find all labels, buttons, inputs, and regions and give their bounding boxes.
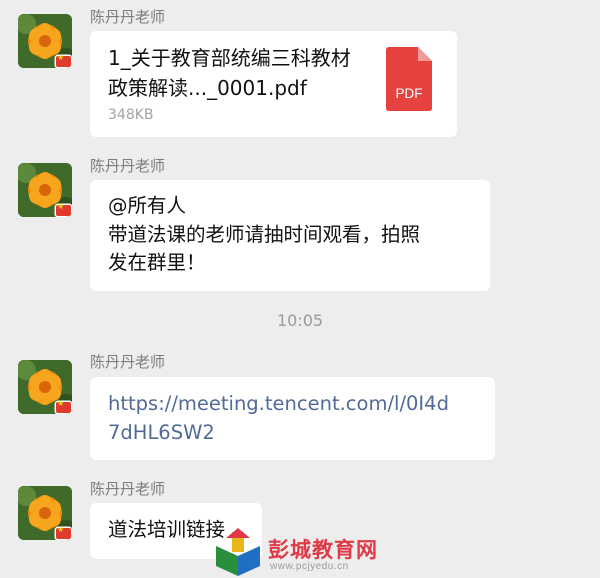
sender-name: 陈丹丹老师 [90,8,166,26]
url-link-line[interactable]: 7dHL6SW2 [108,419,449,448]
flag-badge-icon [56,399,71,413]
message-line: 道法培训链接 [108,518,226,541]
sender-avatar[interactable] [18,163,72,217]
file-size: 348KB [108,107,154,123]
message-line: 发在群里！ [108,251,206,274]
file-message-bubble[interactable]: 1_关于教育部统编三科教材政策解读..._0001.pdf 348KB PDF [90,31,457,137]
pdf-file-icon: PDF [386,47,432,111]
sender-name: 陈丹丹老师 [90,353,166,371]
text-message-bubble[interactable]: @所有人 带道法课的老师请抽时间观看，拍照 发在群里！ [90,180,490,291]
site-watermark: 彭城教育网 www.pcjyedu.cn [212,526,412,578]
file-name: 1_关于教育部统编三科教材政策解读..._0001.pdf [108,46,351,100]
message-timestamp: 10:05 [276,311,324,330]
sender-name: 陈丹丹老师 [90,157,166,175]
sender-avatar[interactable] [18,14,72,68]
flag-badge-icon [56,53,71,67]
link-message-bubble[interactable]: https://meeting.tencent.com/l/0I4d 7dHL6… [90,377,495,460]
message-line: @所有人 [108,194,187,217]
pdf-label: PDF [395,86,423,101]
flag-badge-icon [56,525,71,539]
sender-avatar[interactable] [18,360,72,414]
book-logo-icon [216,528,260,576]
sender-avatar[interactable] [18,486,72,540]
message-line: 带道法课的老师请抽时间观看，拍照 [108,222,421,246]
sender-name: 陈丹丹老师 [90,480,166,498]
url-link-line[interactable]: https://meeting.tencent.com/l/0I4d [108,390,449,419]
flag-badge-icon [56,202,71,216]
watermark-url: www.pcjyedu.cn [270,561,349,572]
watermark-site-name: 彭城教育网 [268,539,378,562]
